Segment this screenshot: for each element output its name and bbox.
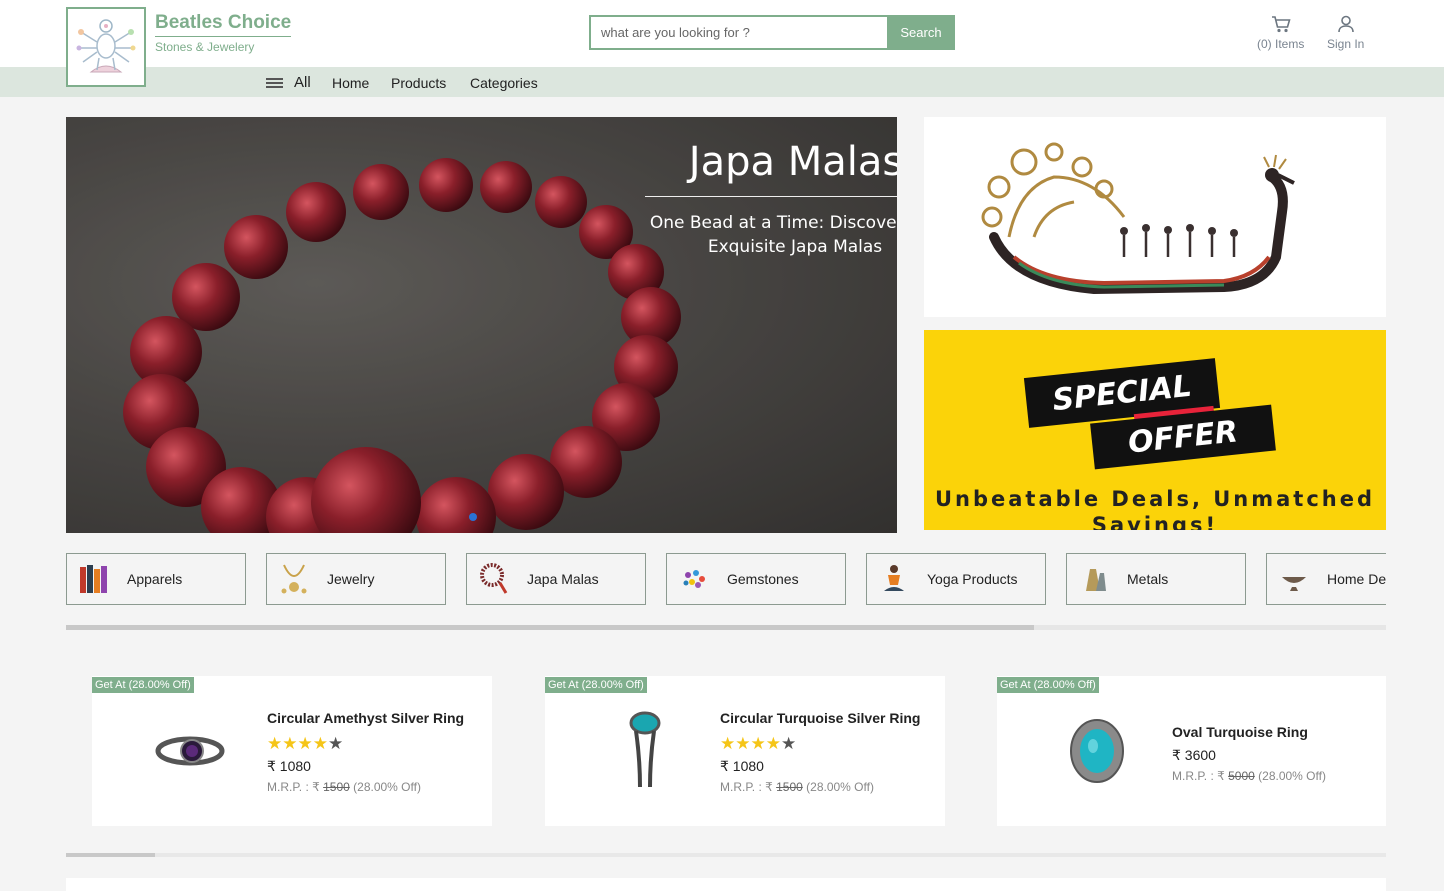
category-metals[interactable]: Metals [1066, 553, 1246, 605]
cart-icon [1271, 16, 1291, 33]
hero-carousel[interactable]: Japa Malas One Bead at a Time: Discover … [66, 117, 897, 533]
turquoise-ring-image [629, 711, 661, 788]
product-image[interactable] [600, 706, 690, 796]
product-mrp: M.R.P. : ₹ 1500 (28.00% Off) [267, 780, 421, 794]
rating-stars: ★★★★★ [720, 734, 797, 753]
product-price: ₹ 1080 [720, 758, 764, 774]
cart-button[interactable]: (0) Items [1257, 14, 1304, 51]
product-card[interactable]: Get At (28.00% Off) Circular Amethyst Si… [92, 676, 492, 826]
search-input[interactable] [589, 15, 887, 50]
hero-subtitle: One Bead at a Time: Discover Our Exquisi… [649, 213, 897, 257]
product-info: Circular Turquoise Silver Ring ★★★★★ ₹ 1… [720, 710, 920, 794]
category-gemstones[interactable]: Gemstones [666, 553, 846, 605]
discount-badge: Get At (28.00% Off) [997, 677, 1099, 693]
hero-divider [645, 196, 897, 197]
product-name[interactable]: Circular Turquoise Silver Ring [720, 710, 920, 726]
japa-mala-icon [477, 560, 511, 598]
product-price: ₹ 3600 [1172, 747, 1216, 763]
apparels-icon [77, 560, 111, 598]
category-scrollbar[interactable] [66, 625, 1386, 630]
top-header: Beatles Choice Stones & Jewelery Search … [0, 0, 1444, 67]
product-mrp: M.R.P. : ₹ 5000 (28.00% Off) [1172, 769, 1326, 783]
category-label: Apparels [127, 571, 183, 587]
special-offer-banner[interactable]: SPECIAL OFFER Unbeatable Deals, Unmatche… [924, 330, 1386, 530]
all-label: All [294, 74, 311, 91]
product-info: Oval Turquoise Ring ₹ 3600 M.R.P. : ₹ 50… [1172, 724, 1326, 783]
category-scrollbar-thumb[interactable] [66, 625, 1034, 630]
sign-in-label: Sign In [1327, 37, 1365, 51]
oval-turquoise-ring-image [1070, 719, 1124, 783]
category-label: Gemstones [727, 571, 799, 587]
product-scrollbar[interactable] [66, 853, 1386, 857]
category-label: Yoga Products [927, 571, 1018, 587]
carousel-indicator-active[interactable] [469, 513, 477, 521]
offer-line-2: OFFER [1126, 413, 1240, 461]
product-image[interactable] [147, 706, 237, 796]
brand-tagline: Stones & Jewelery [155, 40, 255, 54]
brand-name[interactable]: Beatles Choice [155, 12, 292, 37]
user-icon [1337, 15, 1354, 33]
discount-badge: Get At (28.00% Off) [92, 677, 194, 693]
brand[interactable]: Beatles Choice Stones & Jewelery [155, 12, 292, 54]
sign-in-button[interactable]: Sign In [1327, 14, 1364, 51]
category-label: Home Decor [1327, 571, 1386, 587]
category-label: Japa Malas [527, 571, 599, 587]
all-categories-menu[interactable]: All [266, 74, 311, 91]
gemstones-icon [677, 560, 711, 598]
product-image[interactable] [1052, 706, 1142, 796]
category-japa-malas[interactable]: Japa Malas [466, 553, 646, 605]
product-card[interactable]: Get At (28.00% Off) Oval Turquoise Ring … [997, 676, 1386, 826]
product-mrp: M.R.P. : ₹ 1500 (28.00% Off) [720, 780, 874, 794]
hamburger-icon [266, 76, 283, 90]
offer-caption: Unbeatable Deals, Unmatched Savings! [934, 487, 1376, 530]
nav-link-home[interactable]: Home [332, 75, 369, 91]
home-decor-icon [1277, 560, 1311, 598]
product-name[interactable]: Circular Amethyst Silver Ring [267, 710, 464, 726]
product-info: Circular Amethyst Silver Ring ★★★★★ ₹ 10… [267, 710, 464, 794]
metals-icon [1077, 560, 1111, 598]
amethyst-ring-image [155, 736, 225, 766]
hero-title: Japa Malas [688, 139, 897, 185]
brand-logo[interactable] [66, 7, 146, 87]
category-home-decor[interactable]: Home Decor [1266, 553, 1386, 605]
rating-stars: ★★★★★ [267, 734, 344, 753]
nav-link-products[interactable]: Products [391, 75, 446, 91]
product-name[interactable]: Oval Turquoise Ring [1172, 724, 1326, 740]
cart-label: (0) Items [1257, 37, 1305, 51]
search-button[interactable]: Search [887, 15, 955, 50]
category-strip: Apparels Jewelry Japa Malas Gemstones Yo… [66, 553, 1386, 605]
category-label: Metals [1127, 571, 1169, 587]
category-label: Jewelry [327, 571, 375, 587]
nav-link-categories[interactable]: Categories [470, 75, 538, 91]
category-yoga-products[interactable]: Yoga Products [866, 553, 1046, 605]
main-nav: All Home Products Categories [0, 67, 1444, 97]
product-card[interactable]: Get At (28.00% Off) Circular Turquoise S… [545, 676, 945, 826]
peacock-boat-banner[interactable] [924, 117, 1386, 317]
product-price: ₹ 1080 [267, 758, 311, 774]
search-bar: Search [589, 15, 955, 50]
jewelry-icon [277, 560, 311, 598]
category-jewelry[interactable]: Jewelry [266, 553, 446, 605]
category-apparels[interactable]: Apparels [66, 553, 246, 605]
discount-badge: Get At (28.00% Off) [545, 677, 647, 693]
yoga-icon [877, 560, 911, 598]
next-section-card [66, 878, 1386, 891]
peacock-boat-image [981, 142, 1295, 295]
logo-image [76, 19, 136, 73]
product-scrollbar-thumb[interactable] [66, 853, 155, 857]
